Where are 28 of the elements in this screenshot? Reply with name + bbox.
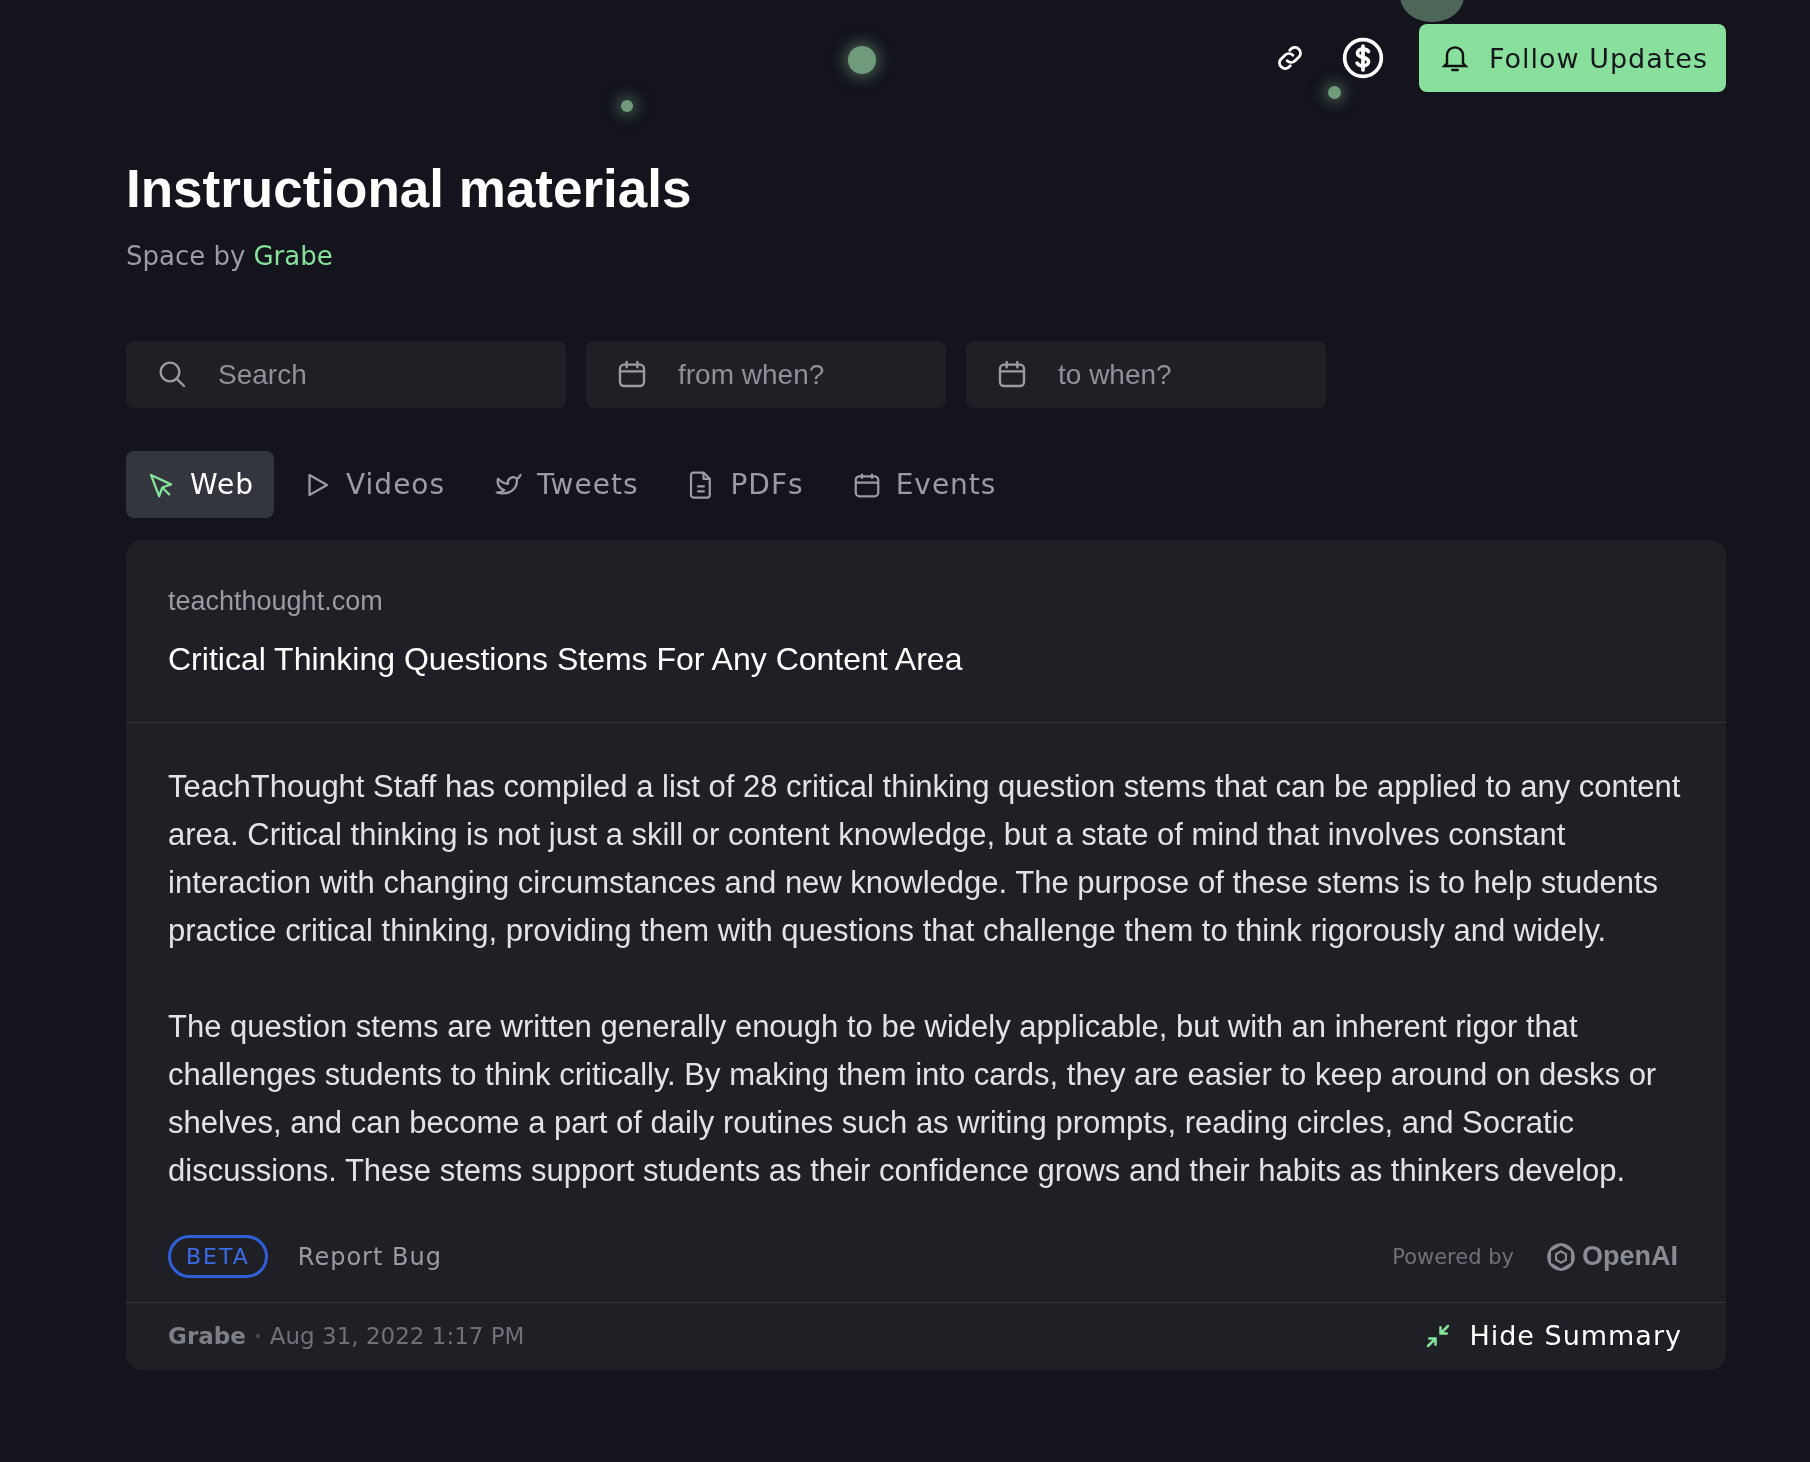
date-field[interactable]: from when?: [586, 341, 946, 408]
post-date: Aug 31, 2022 1:17 PM: [269, 1322, 525, 1349]
source-domain: teachthought.com: [168, 586, 384, 617]
filter-tab[interactable]: Videos: [282, 451, 466, 518]
hide-summary-button[interactable]: Hide Summary: [1417, 1319, 1688, 1352]
filter-tab[interactable]: PDFs: [666, 451, 824, 518]
glow-dot: [621, 100, 633, 112]
powered-by-label: Powered by: [1392, 1244, 1514, 1269]
provider-name: OpenAI: [1582, 1241, 1678, 1272]
filter-tab[interactable]: Tweets: [473, 451, 659, 518]
separator-dot: [255, 1333, 260, 1338]
glow-dot: [848, 46, 876, 74]
summary-paragraph: TeachThought Staff has compiled a list of 28 critical thinking question stems that can be applied to any content area. Critical thinking is not just a skill or content knowledge, but a state of mind that involves constant interaction with changing circumstances and new knowledge. The purpose of these stems is to help students practice critical thinking, providing them with questions that challenge them to think rigorously and widely.: [168, 768, 1682, 950]
report-bug-link[interactable]: Report Bug: [297, 1242, 442, 1271]
article-title-link[interactable]: Critical Thinking Questions Stems For Any Content Area: [168, 641, 1684, 678]
dollar-icon[interactable]: [1340, 36, 1385, 80]
beta-badge: BETA: [168, 1235, 268, 1278]
follow-updates-button[interactable]: Follow Updates: [1418, 24, 1726, 92]
author-name: Grabe: [168, 1322, 246, 1349]
owner-link[interactable]: Grabe: [253, 241, 333, 271]
glow-dot: [1328, 86, 1341, 99]
byline-label: Space by: [126, 241, 246, 271]
filter-tab[interactable]: Events: [831, 451, 1017, 518]
space-title: Instructional materials: [126, 158, 693, 219]
filter-tab[interactable]: Web: [126, 451, 275, 518]
summary-paragraph: The question stems are written generally enough to be widely applicable, but with an inherent rigor that challenges students to think critically. By making them into cards, they are easier to keep around on desks or shelves, and can become a part of daily routines such as writing prompts, reading circles, and Socratic discussions. These stems support students as their confidence grows and their habits as thinkers develop.: [168, 1008, 1658, 1190]
search-field[interactable]: Search: [126, 341, 566, 408]
date-field[interactable]: to when?: [966, 341, 1326, 408]
